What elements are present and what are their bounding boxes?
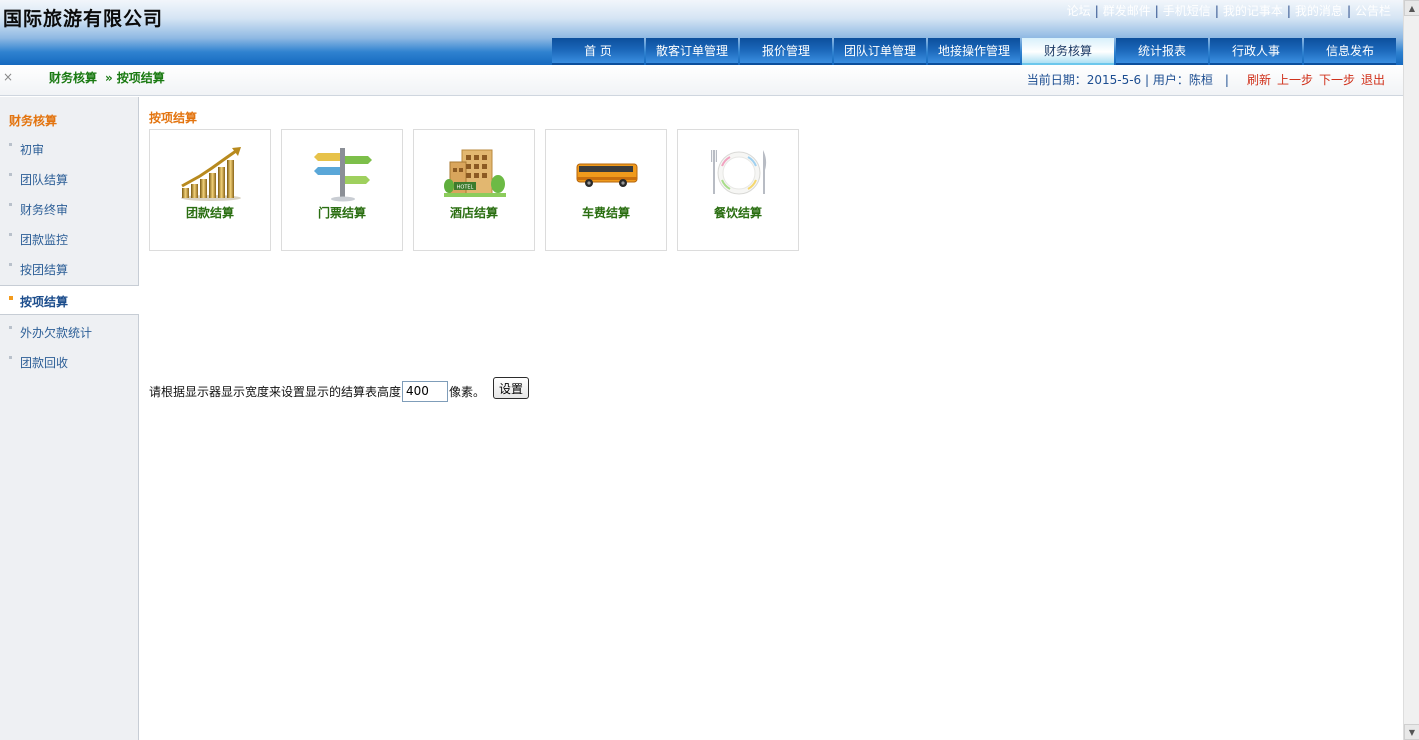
tile-label: 团款结算 (185, 206, 234, 220)
sidebar-title: 财务核算 (9, 114, 58, 128)
tab-quotes[interactable]: 报价管理 (740, 38, 832, 65)
separator: | (1286, 3, 1291, 18)
bullet-icon (9, 203, 12, 206)
sidebar-item-payment-recovery[interactable]: 团款回收 (0, 347, 139, 377)
tab-group-orders[interactable]: 团队订单管理 (834, 38, 926, 65)
tab-publish[interactable]: 信息发布 (1304, 38, 1396, 65)
tile-label: 餐饮结算 (713, 206, 762, 220)
sidebar-item-label: 团款监控 (20, 233, 69, 247)
plate-cutlery-icon (711, 150, 767, 195)
section-title: 按项结算 (149, 111, 198, 125)
separator: | (1141, 72, 1153, 87)
separator: | (1224, 72, 1229, 87)
next-step-link[interactable]: 下一步 (1319, 71, 1355, 88)
main-content: 按项结算 团款结算 门票结算 HOTEL 酒店结算 车费结算 餐饮结算 请根据显… (139, 97, 1403, 740)
sidebar-item-label: 按团结算 (20, 263, 69, 277)
height-setting-row: 请根据显示器显示宽度来设置显示的结算表高度 像素。 设置 (149, 377, 530, 402)
height-setting-prefix: 请根据显示器显示宽度来设置显示的结算表高度 (149, 384, 402, 399)
set-button[interactable]: 设置 (493, 377, 530, 399)
rising-bar-chart-icon (181, 147, 241, 201)
height-setting-suffix: 像素。 (449, 384, 486, 399)
breadcrumb-arrow-icon: » (105, 71, 113, 85)
table-height-input[interactable] (402, 380, 449, 402)
bulletin-link[interactable]: 公告栏 (1355, 2, 1391, 19)
sidebar-item-by-group[interactable]: 按团结算 (0, 254, 139, 284)
bullet-icon (9, 173, 12, 176)
main-nav: 首 页 散客订单管理 报价管理 团队订单管理 地接操作管理 财务核算 统计报表 … (552, 38, 1398, 65)
separator: | (1214, 3, 1219, 18)
sidebar-item-label: 团款回收 (20, 356, 69, 370)
separator: | (1154, 3, 1159, 18)
sidebar-item-label: 团队结算 (20, 173, 69, 187)
refresh-link[interactable]: 刷新 (1247, 71, 1271, 88)
bullet-icon (9, 233, 12, 236)
tile-group-payment[interactable]: 团款结算 (149, 129, 271, 251)
tab-admin-hr[interactable]: 行政人事 (1210, 38, 1302, 65)
tab-home[interactable]: 首 页 (552, 38, 644, 65)
tab-individual-orders[interactable]: 散客订单管理 (646, 38, 738, 65)
breadcrumb-bar: × 财务核算 » 按项结算 当前日期：2015-5-6 | 用户：陈桓 | 刷新 上… (0, 65, 1403, 96)
breadcrumb-root[interactable]: 财务核算 (49, 71, 97, 85)
sidebar-item-initial-review[interactable]: 初审 (0, 134, 139, 164)
tile-hotel[interactable]: HOTEL 酒店结算 (413, 129, 535, 251)
breadcrumb-current: 按项结算 (116, 71, 165, 85)
bullet-icon (9, 143, 12, 146)
current-date: 当前日期：2015-5-6 (1026, 73, 1142, 87)
tile-label: 门票结算 (317, 206, 366, 220)
sidebar-item-label: 按项结算 (20, 295, 69, 309)
logout-link[interactable]: 退出 (1361, 71, 1385, 88)
separator: | (1094, 3, 1099, 18)
bus-icon (576, 163, 638, 187)
bullet-icon (9, 326, 12, 329)
tab-reports[interactable]: 统计报表 (1116, 38, 1208, 65)
top-links: 论坛 | 群发邮件 | 手机短信 | 我的记事本 | 我的消息 | 公告栏 (1067, 2, 1391, 19)
sidebar-item-team-settlement[interactable]: 团队结算 (0, 164, 139, 194)
sidebar-item-payment-monitor[interactable]: 团款监控 (0, 224, 139, 254)
breadcrumb: 财务核算 » 按项结算 (49, 69, 165, 86)
tile-label: 酒店结算 (449, 206, 498, 220)
svg-text:HOTEL: HOTEL (457, 185, 474, 191)
current-user: 用户：陈桓 (1152, 73, 1213, 87)
sidebar-item-label: 财务终审 (20, 203, 69, 217)
tile-tickets[interactable]: 门票结算 (281, 129, 403, 251)
bullet-icon (9, 356, 12, 359)
tab-finance[interactable]: 财务核算 (1022, 38, 1114, 65)
signpost-icon (314, 148, 372, 202)
sidebar-item-foreign-debt[interactable]: 外办欠款统计 (0, 317, 139, 347)
sidebar-item-by-item[interactable]: 按项结算 (0, 285, 140, 315)
mass-mail-link[interactable]: 群发邮件 (1103, 2, 1151, 19)
close-icon[interactable]: × (3, 70, 13, 84)
app-title: 国际旅游有限公司 (3, 8, 164, 30)
bullet-icon (9, 296, 13, 300)
sidebar-item-final-review[interactable]: 财务终审 (0, 194, 139, 224)
tile-transport[interactable]: 车费结算 (545, 129, 667, 251)
notebook-link[interactable]: 我的记事本 (1223, 2, 1283, 19)
separator: | (1346, 3, 1351, 18)
vertical-scrollbar[interactable]: ▲ ▼ (1403, 0, 1419, 740)
forum-link[interactable]: 论坛 (1067, 2, 1091, 19)
tile-catering[interactable]: 餐饮结算 (677, 129, 799, 251)
sidebar-item-label: 初审 (20, 143, 45, 157)
previous-step-link[interactable]: 上一步 (1277, 71, 1313, 88)
header-bar: 国际旅游有限公司 论坛 | 群发邮件 | 手机短信 | 我的记事本 | 我的消息… (0, 0, 1403, 65)
status-area: 当前日期：2015-5-6 | 用户：陈桓 | 刷新 上一步 下一步 退出 (1027, 71, 1385, 88)
tile-label: 车费结算 (581, 206, 630, 220)
sidebar: 财务核算 初审 团队结算 财务终审 团款监控 按团结算 按项结算 外办欠款统计 … (0, 97, 140, 740)
messages-link[interactable]: 我的消息 (1295, 2, 1343, 19)
scroll-up-arrow-icon[interactable]: ▲ (1404, 0, 1419, 16)
sms-link[interactable]: 手机短信 (1163, 2, 1211, 19)
settlement-tiles: 团款结算 门票结算 HOTEL 酒店结算 车费结算 餐饮结算 (149, 129, 809, 251)
hotel-building-icon: HOTEL (444, 149, 506, 197)
bullet-icon (9, 263, 12, 266)
sidebar-item-label: 外办欠款统计 (20, 326, 93, 340)
scroll-down-arrow-icon[interactable]: ▼ (1404, 724, 1419, 740)
tab-local-operations[interactable]: 地接操作管理 (928, 38, 1020, 65)
